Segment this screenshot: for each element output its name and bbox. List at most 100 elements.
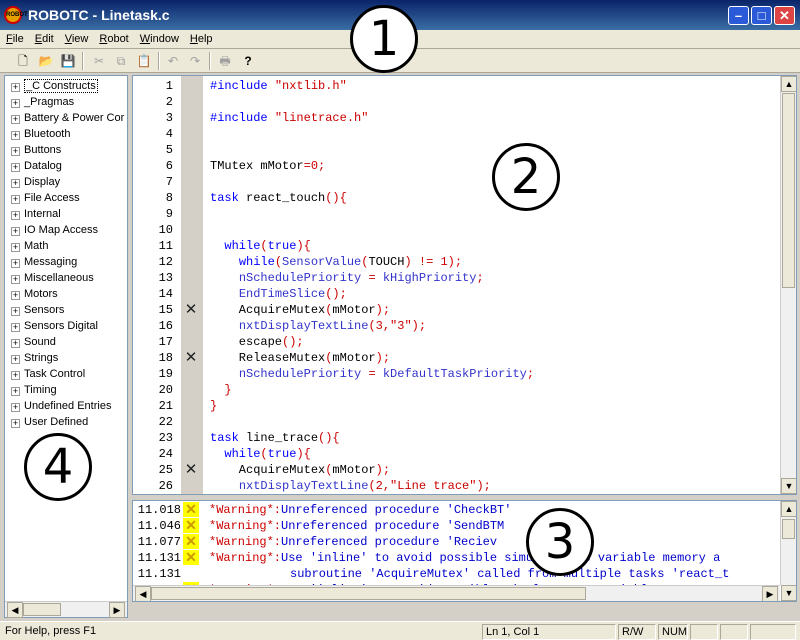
tree-item[interactable]: + Motors xyxy=(11,286,58,302)
expand-icon[interactable]: + xyxy=(11,179,20,188)
tree-item[interactable]: + Undefined Entries xyxy=(11,398,111,414)
expand-icon[interactable]: + xyxy=(11,339,20,348)
warning-message[interactable]: *Warning*:Unreferenced procedure 'SendBT… xyxy=(209,518,504,534)
scroll-left-icon[interactable]: ◀ xyxy=(135,586,151,601)
code-line[interactable]: TMutex mMotor=0; xyxy=(210,158,325,174)
expand-icon[interactable]: + xyxy=(11,371,20,380)
code-line[interactable]: task react_touch(){ xyxy=(210,190,347,206)
code-line[interactable]: while(SensorValue(TOUCH) != 1); xyxy=(210,254,462,270)
warning-message[interactable]: *Warning*:Unreferenced procedure 'CheckB… xyxy=(209,502,511,518)
minimize-button[interactable]: – xyxy=(728,6,749,25)
tree-item[interactable]: + Task Control xyxy=(11,366,85,382)
output-horizontal-scrollbar[interactable]: ◀ ▶ xyxy=(133,585,780,601)
mutex-marker-icon[interactable]: ✕ xyxy=(183,350,199,366)
expand-icon[interactable]: + xyxy=(11,131,20,140)
scroll-down-icon[interactable]: ▼ xyxy=(781,585,796,601)
tree-item[interactable]: + IO Map Access xyxy=(11,222,98,238)
tree-item[interactable]: + Messaging xyxy=(11,254,77,270)
open-folder-icon[interactable]: 📂 xyxy=(37,52,55,70)
expand-icon[interactable]: + xyxy=(11,163,20,172)
code-editor[interactable]: 1 2 3 4 5 6 7 8 9 10 11 12 13 14 15 16 17 18 19 20 21 22 23 24 2… xyxy=(132,75,797,495)
code-line[interactable]: nSchedulePriority = kDefaultTaskPriority… xyxy=(210,366,534,382)
tree-item[interactable]: + _Pragmas xyxy=(11,94,74,110)
code-line[interactable]: AcquireMutex(mMotor); xyxy=(210,462,390,478)
tree-horizontal-scrollbar[interactable]: ◀ ▶ xyxy=(5,601,127,618)
tree-item[interactable]: + File Access xyxy=(11,190,80,206)
redo-icon[interactable]: ↷ xyxy=(186,52,204,70)
code-line[interactable]: task line_trace(){ xyxy=(210,430,340,446)
expand-icon[interactable]: + xyxy=(11,259,20,268)
scroll-down-icon[interactable]: ▼ xyxy=(781,478,796,494)
expand-icon[interactable]: + xyxy=(11,275,20,284)
close-button[interactable]: ✕ xyxy=(774,6,795,25)
menu-view[interactable]: View xyxy=(59,30,94,45)
undo-icon[interactable]: ↶ xyxy=(164,52,182,70)
scroll-left-icon[interactable]: ◀ xyxy=(7,602,23,618)
cut-icon[interactable]: ✂ xyxy=(90,52,108,70)
tree-item[interactable]: + Datalog xyxy=(11,158,62,174)
print-icon[interactable]: 🖶 xyxy=(216,52,234,70)
expand-icon[interactable]: + xyxy=(11,307,20,316)
code-line[interactable]: ReleaseMutex(mMotor); xyxy=(210,350,390,366)
tree-item[interactable]: + Internal xyxy=(11,206,61,222)
expand-icon[interactable]: + xyxy=(11,227,20,236)
code-line[interactable]: nSchedulePriority = kHighPriority; xyxy=(210,270,484,286)
tree-item[interactable]: + Buttons xyxy=(11,142,61,158)
menu-edit[interactable]: Edit xyxy=(29,30,59,45)
scroll-right-icon[interactable]: ▶ xyxy=(109,602,125,618)
expand-icon[interactable]: + xyxy=(11,99,20,108)
expand-icon[interactable]: + xyxy=(11,419,20,428)
save-icon[interactable]: 💾 xyxy=(59,52,77,70)
scroll-up-icon[interactable]: ▲ xyxy=(781,501,796,517)
expand-icon[interactable]: + xyxy=(11,211,20,220)
menu-file[interactable]: File xyxy=(0,30,29,45)
expand-icon[interactable]: + xyxy=(11,291,20,300)
tree-item[interactable]: + Sensors xyxy=(11,302,64,318)
output-vertical-scrollbar[interactable]: ▲ ▼ xyxy=(780,501,796,601)
code-line[interactable]: AcquireMutex(mMotor); xyxy=(210,302,390,318)
code-line[interactable]: while(true){ xyxy=(210,446,310,462)
scroll-up-icon[interactable]: ▲ xyxy=(781,76,796,92)
code-line[interactable]: #include "nxtlib.h" xyxy=(210,78,347,94)
expand-icon[interactable]: + xyxy=(11,355,20,364)
tree-item[interactable]: + Sound xyxy=(11,334,56,350)
expand-icon[interactable]: + xyxy=(11,83,20,92)
tree-item[interactable]: + Timing xyxy=(11,382,57,398)
scroll-right-icon[interactable]: ▶ xyxy=(762,586,778,601)
expand-icon[interactable]: + xyxy=(11,323,20,332)
code-line[interactable]: EndTimeSlice(); xyxy=(210,286,347,302)
tree-item[interactable]: + User Defined xyxy=(11,414,88,430)
paste-icon[interactable]: 📋 xyxy=(135,52,153,70)
scroll-thumb[interactable] xyxy=(782,93,795,288)
code-line[interactable]: } xyxy=(210,382,231,398)
code-line[interactable]: nxtDisplayTextLine(3,"3"); xyxy=(210,318,426,334)
expand-icon[interactable]: + xyxy=(11,115,20,124)
tree-item[interactable]: + _C Constructs xyxy=(11,78,98,94)
warning-message[interactable]: *Warning*:Use 'inline' to avoid possible… xyxy=(209,550,720,566)
compiler-output-panel[interactable]: 11.018 ✕ *Warning*:Unreferenced procedure … xyxy=(132,500,797,602)
scroll-thumb[interactable] xyxy=(151,587,586,600)
editor-vertical-scrollbar[interactable]: ▲ ▼ xyxy=(780,76,796,494)
scroll-thumb[interactable] xyxy=(782,519,795,539)
tree-item[interactable]: + Sensors Digital xyxy=(11,318,98,334)
menu-robot[interactable]: Robot xyxy=(93,30,133,45)
robotc-app-icon[interactable]: ROBOT xyxy=(4,6,28,24)
tree-item[interactable]: + Strings xyxy=(11,350,58,366)
warning-message[interactable]: subroutine 'AcquireMutex' called from mu… xyxy=(290,566,729,582)
tree-item[interactable]: + Battery & Power Cor xyxy=(11,110,124,126)
menu-window[interactable]: Window xyxy=(134,30,184,45)
tree-item[interactable]: + Bluetooth xyxy=(11,126,70,142)
menu-help[interactable]: Help xyxy=(184,30,218,45)
mutex-marker-icon[interactable]: ✕ xyxy=(183,302,199,318)
expand-icon[interactable]: + xyxy=(11,403,20,412)
expand-icon[interactable]: + xyxy=(11,147,20,156)
expand-icon[interactable]: + xyxy=(11,387,20,396)
warning-message[interactable]: *Warning*:Unreferenced procedure 'Reciev xyxy=(209,534,497,550)
help-icon[interactable]: ? xyxy=(239,52,257,70)
mutex-marker-icon[interactable]: ✕ xyxy=(183,462,199,478)
new-file-icon[interactable]: 🗋 xyxy=(14,52,32,70)
tree-item[interactable]: + Miscellaneous xyxy=(11,270,94,286)
code-line[interactable]: nxtDisplayTextLine(2,"Line trace"); xyxy=(210,478,491,494)
maximize-button[interactable]: □ xyxy=(751,6,772,25)
tree-item[interactable]: + Display xyxy=(11,174,60,190)
